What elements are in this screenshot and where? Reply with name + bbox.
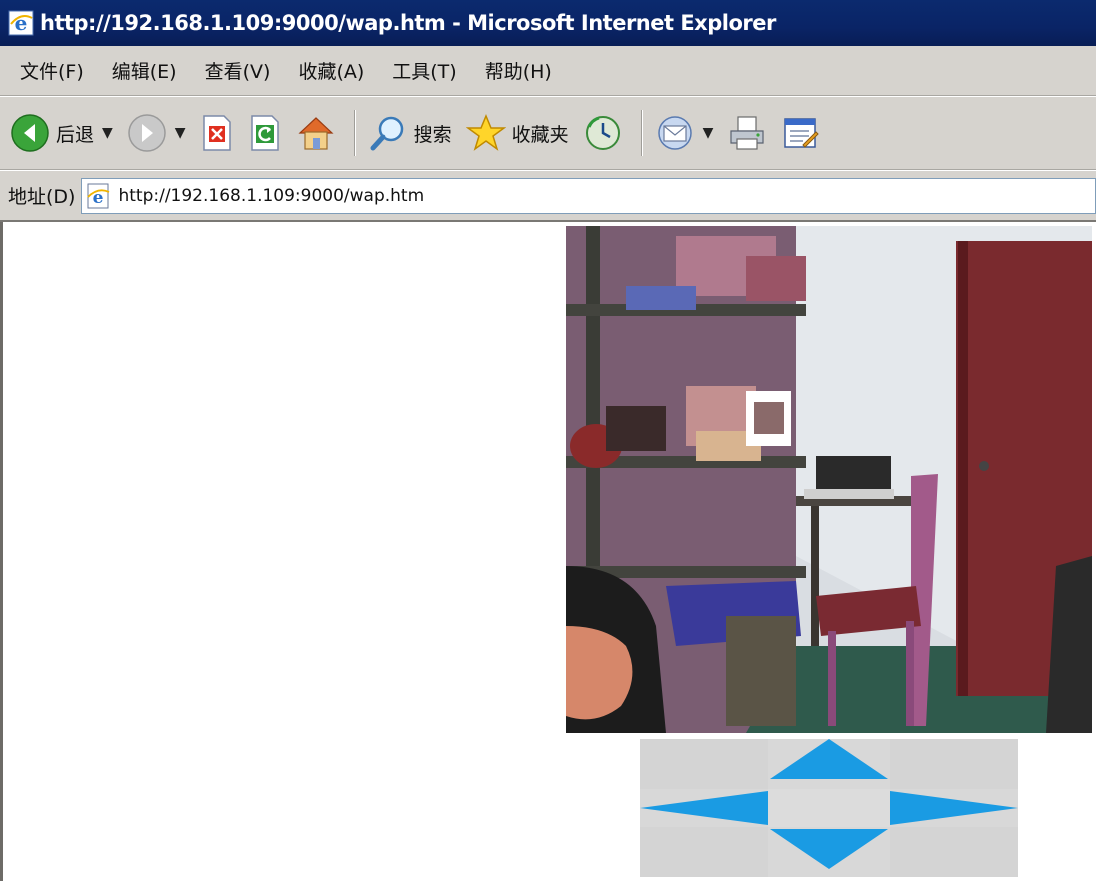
edit-icon <box>784 118 820 148</box>
home-button[interactable] <box>296 113 336 153</box>
history-icon <box>585 116 620 150</box>
search-icon <box>370 116 403 151</box>
toolbar-separator <box>353 110 356 156</box>
mail-icon <box>657 116 692 150</box>
camera-feed-image <box>566 226 1092 733</box>
back-label: 后退 <box>56 123 95 146</box>
refresh-button[interactable] <box>248 114 282 152</box>
window-title: http://192.168.1.109:9000/wap.htm - Micr… <box>40 11 776 35</box>
toolbar-separator <box>640 110 643 156</box>
address-url: http://192.168.1.109:9000/wap.htm <box>118 185 425 206</box>
favorites-label: 收藏夹 <box>511 123 569 146</box>
address-input[interactable]: e http://192.168.1.109:9000/wap.htm <box>81 177 1096 214</box>
down-arrow-button[interactable] <box>768 827 890 877</box>
forward-arrow-icon <box>128 114 166 152</box>
mail-button[interactable]: ▼ <box>655 113 714 153</box>
menu-favorites[interactable]: 收藏(A) <box>298 57 364 84</box>
menu-bar: 文件(F) 编辑(E) 查看(V) 收藏(A) 工具(T) 帮助(H) <box>0 46 1096 96</box>
camera-scene <box>566 226 1092 733</box>
print-icon <box>730 116 764 150</box>
back-button[interactable]: 后退 ▼ <box>10 113 113 153</box>
stop-button[interactable] <box>200 114 234 152</box>
home-icon <box>298 117 334 150</box>
toolbar: 后退 ▼ ▼ 搜索 收藏夹 ▼ <box>0 96 1096 170</box>
back-arrow-icon <box>11 114 49 152</box>
favorites-star-icon <box>465 114 506 151</box>
edit-button[interactable] <box>781 113 821 153</box>
forward-dropdown-icon[interactable]: ▼ <box>175 125 186 141</box>
right-arrow-button[interactable] <box>890 789 1018 827</box>
page-ie-icon: e <box>87 183 110 208</box>
direction-pad <box>640 739 1018 877</box>
window-title-bar[interactable]: e http://192.168.1.109:9000/wap.htm - Mi… <box>0 0 1096 46</box>
right-arrow-icon <box>890 791 1018 825</box>
refresh-icon <box>250 115 279 151</box>
search-label: 搜索 <box>413 123 452 146</box>
left-arrow-button[interactable] <box>640 789 768 827</box>
page-content <box>0 222 1096 881</box>
menu-view[interactable]: 查看(V) <box>205 57 271 84</box>
svg-text:e: e <box>15 11 28 35</box>
mail-dropdown-icon[interactable]: ▼ <box>703 125 714 141</box>
menu-file[interactable]: 文件(F) <box>20 57 84 84</box>
up-arrow-icon <box>770 739 888 779</box>
favorites-button[interactable]: 收藏夹 <box>465 113 569 153</box>
address-bar: 地址(D) e http://192.168.1.109:9000/wap.ht… <box>0 170 1096 222</box>
back-dropdown-icon[interactable]: ▼ <box>102 125 113 141</box>
print-button[interactable] <box>727 113 767 153</box>
up-arrow-button[interactable] <box>768 739 890 789</box>
search-button[interactable]: 搜索 <box>368 113 452 153</box>
address-label: 地址(D) <box>8 186 76 208</box>
left-arrow-icon <box>640 791 768 825</box>
menu-edit[interactable]: 编辑(E) <box>112 57 177 84</box>
ie-logo-icon: e <box>8 10 34 36</box>
center-stop-area[interactable] <box>768 789 890 827</box>
history-button[interactable] <box>583 113 623 153</box>
menu-help[interactable]: 帮助(H) <box>485 57 552 84</box>
stop-icon <box>202 115 231 151</box>
down-arrow-icon <box>770 829 888 869</box>
menu-tools[interactable]: 工具(T) <box>392 57 456 84</box>
forward-button[interactable]: ▼ <box>127 113 186 153</box>
